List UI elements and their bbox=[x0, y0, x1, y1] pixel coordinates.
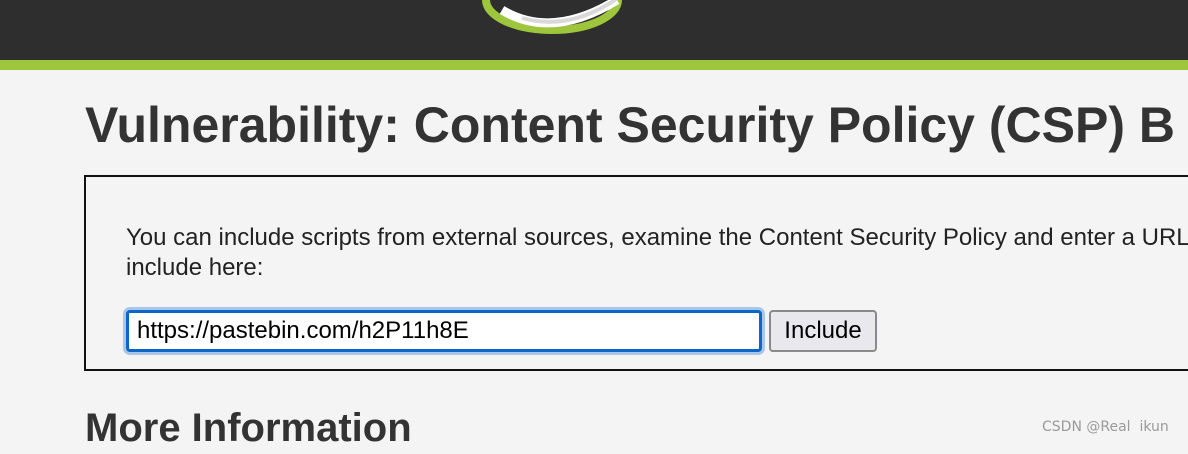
site-header bbox=[0, 0, 1188, 60]
header-accent-stripe bbox=[0, 60, 1188, 70]
url-include-input[interactable] bbox=[126, 310, 762, 352]
vulnerability-form-box: You can include scripts from external so… bbox=[84, 175, 1188, 371]
more-information-heading: More Information bbox=[85, 406, 412, 450]
instructions-text: You can include scripts from external so… bbox=[126, 224, 1188, 281]
dvwa-logo-icon bbox=[482, 0, 622, 34]
csdn-watermark: CSDN @Real ikun bbox=[1042, 419, 1169, 435]
page-title: Vulnerability: Content Security Policy (… bbox=[85, 97, 1175, 153]
include-button[interactable]: Include bbox=[769, 310, 877, 352]
